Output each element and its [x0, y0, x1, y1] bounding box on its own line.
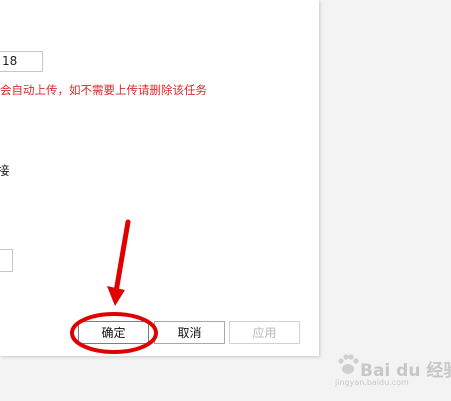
baidu-watermark: Bai du 经验 jingyan.baidu.com: [333, 352, 451, 392]
red-circle-highlight: [70, 312, 158, 354]
baidu-paw-icon: [338, 354, 359, 374]
red-arrow-icon: [107, 219, 131, 306]
watermark-url: jingyan.baidu.com: [335, 378, 409, 387]
annotation-overlay: [70, 219, 158, 354]
